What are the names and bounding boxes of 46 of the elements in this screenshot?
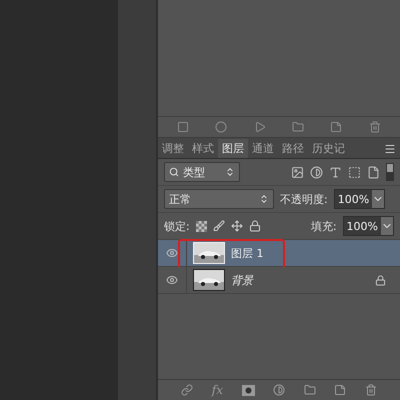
record-icon[interactable]: [215, 121, 228, 133]
lock-icon[interactable]: [248, 220, 261, 232]
opacity-label: 不透明度:: [280, 192, 328, 206]
eye-icon[interactable]: [166, 274, 178, 286]
layer-row[interactable]: 背景: [158, 267, 400, 294]
trash-icon[interactable]: [368, 121, 381, 133]
play-icon[interactable]: [254, 121, 266, 133]
panel-tab[interactable]: 图层: [218, 139, 248, 158]
layer-name: 背景: [231, 272, 255, 288]
fill-label: 填充:: [310, 218, 337, 234]
panel-tab[interactable]: 历史记: [308, 139, 349, 158]
brush-icon[interactable]: [212, 220, 225, 232]
effects-button[interactable]: fx: [212, 383, 224, 397]
eye-icon[interactable]: [166, 247, 178, 259]
blend-mode-select[interactable]: 正常: [164, 189, 274, 209]
new-page-icon[interactable]: [330, 121, 342, 133]
opacity-field[interactable]: 100%: [334, 189, 386, 209]
toggle-switch[interactable]: [386, 163, 394, 181]
image-icon[interactable]: [291, 166, 304, 178]
menu-icon[interactable]: [384, 143, 396, 155]
fill-field[interactable]: 100%: [342, 216, 394, 236]
filter-select[interactable]: 类型: [164, 162, 240, 182]
half-circle-icon[interactable]: [310, 166, 323, 178]
folder-icon[interactable]: [304, 384, 316, 396]
lock-label: 锁定:: [164, 218, 190, 234]
panel-tab[interactable]: 样式: [188, 139, 218, 158]
new-page-icon[interactable]: [334, 384, 346, 396]
panel-tab[interactable]: 调整: [158, 139, 188, 158]
mask-icon[interactable]: [242, 384, 255, 396]
up-down-icon: [225, 167, 235, 177]
layer-name: 图层 1: [231, 246, 264, 260]
layer-row[interactable]: 图层 1: [158, 240, 400, 267]
type-icon[interactable]: [329, 166, 342, 178]
up-down-icon: [259, 194, 269, 204]
stop-icon[interactable]: [177, 121, 190, 133]
folder-icon[interactable]: [292, 121, 304, 133]
move-icon[interactable]: [230, 220, 243, 232]
checkerboard-icon[interactable]: [196, 220, 207, 232]
search-icon: [169, 167, 179, 177]
trash-icon[interactable]: [364, 384, 377, 396]
link-icon[interactable]: [181, 384, 194, 396]
panel-tab[interactable]: 路径: [278, 139, 308, 158]
shape-icon[interactable]: [348, 166, 361, 178]
half-circle-icon[interactable]: [273, 384, 286, 396]
panel-tab[interactable]: 通道: [248, 139, 278, 158]
document-icon[interactable]: [367, 166, 380, 178]
